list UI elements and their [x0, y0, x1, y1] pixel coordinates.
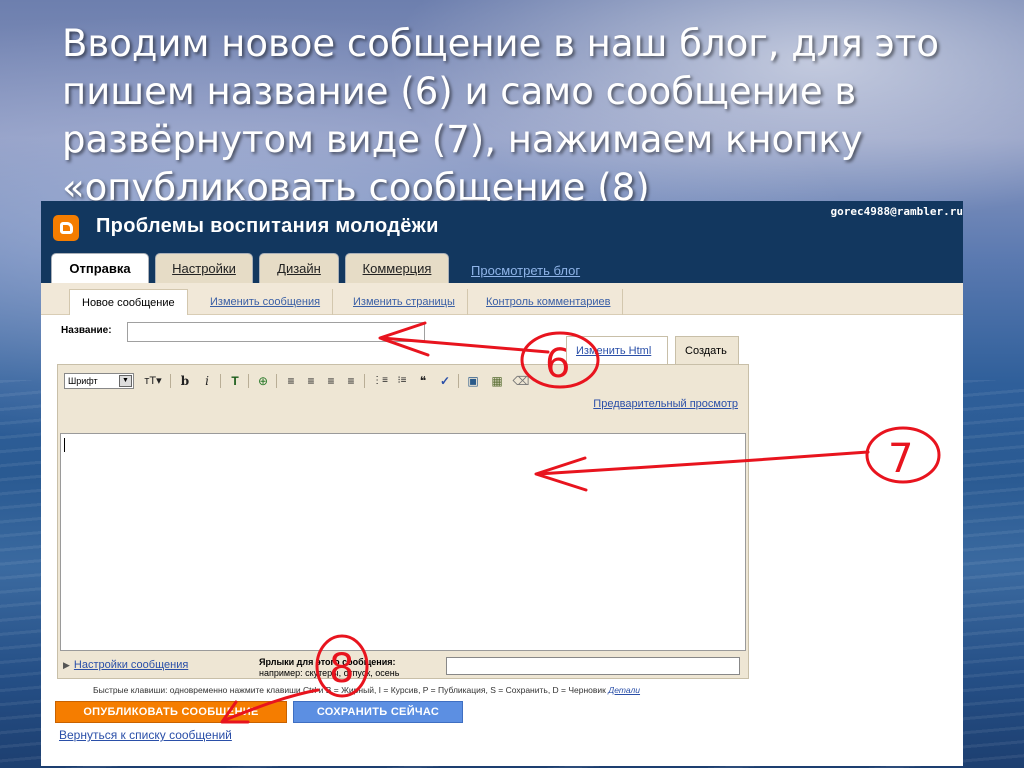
bold-icon[interactable]: b	[176, 372, 194, 390]
labels-hint: например: скутеры, отпуск, осень	[259, 668, 400, 678]
font-select[interactable]: Шрифт ▼	[64, 373, 134, 389]
align-left-icon[interactable]: ≡	[282, 372, 300, 390]
header-bar: Проблемы воспитания молодёжи gorec4988@r…	[41, 201, 963, 284]
shortcuts-hint: Быстрые клавиши: одновременно нажмите кл…	[93, 685, 640, 695]
blogger-logo-icon[interactable]	[53, 215, 79, 241]
subtab-edit-posts[interactable]: Изменить сообщения	[198, 289, 334, 315]
tab-edit-html[interactable]: Изменить Html	[566, 336, 668, 364]
shortcuts-text: Быстрые клавиши: одновременно нажмите кл…	[93, 685, 606, 695]
post-options-toggle[interactable]: ▶ Настройки сообщения	[63, 659, 188, 671]
text-color-icon[interactable]: T	[226, 372, 244, 390]
post-body-editor[interactable]	[60, 433, 746, 651]
slide-title-line: Вводим новое собщение в наш блог, для эт…	[62, 22, 939, 65]
align-center-icon[interactable]: ≡	[302, 372, 320, 390]
back-to-posts-link[interactable]: Вернуться к списку сообщений	[59, 728, 232, 742]
post-title-input[interactable]	[127, 322, 425, 342]
slide-title-line: развёрнутом виде (7), нажимаем кнопку	[62, 118, 863, 161]
bullet-list-icon[interactable]: ⁝≡	[392, 372, 412, 390]
tab-compose[interactable]: Создать	[675, 336, 739, 364]
clear-format-icon[interactable]: ⌫	[512, 372, 530, 390]
slide-title-line: пишем название (6) и само сообщение в	[62, 70, 857, 113]
title-label: Название:	[61, 325, 112, 336]
editor-toolbar: Шрифт ▼ тT▾ b i T ⊕ ≡ ≡ ≡ ≡ ⋮≡ ⁝≡ ❝ ✓ ▣ …	[64, 372, 744, 392]
link-icon[interactable]: ⊕	[254, 372, 272, 390]
subtab-edit-pages[interactable]: Изменить страницы	[341, 289, 468, 315]
blog-title: Проблемы воспитания молодёжи	[96, 215, 439, 237]
editor-frame: Шрифт ▼ тT▾ b i T ⊕ ≡ ≡ ≡ ≡ ⋮≡ ⁝≡ ❝ ✓ ▣ …	[57, 364, 749, 679]
subtab-moderate-comments[interactable]: Контроль комментариев	[474, 289, 624, 315]
view-blog-link[interactable]: Просмотреть блог	[471, 263, 580, 278]
publish-post-button[interactable]: ОПУБЛИКОВАТЬ СООБЩЕНИЕ	[55, 701, 287, 723]
tab-monetize[interactable]: Коммерция	[345, 253, 449, 283]
numbered-list-icon[interactable]: ⋮≡	[370, 372, 390, 390]
italic-icon[interactable]: i	[198, 372, 216, 390]
post-options-link[interactable]: Настройки сообщения	[74, 659, 188, 671]
labels-title: Ярлыки для этого сообщения:	[259, 657, 396, 667]
text-caret	[64, 438, 65, 452]
spellcheck-icon[interactable]: ✓	[436, 372, 454, 390]
tab-settings[interactable]: Настройки	[155, 253, 253, 283]
user-email: gorec4988@rambler.ru	[830, 205, 963, 218]
shortcuts-details-link[interactable]: Детали	[608, 685, 640, 695]
video-icon[interactable]: ▦	[488, 372, 506, 390]
blogger-screenshot: Проблемы воспитания молодёжи gorec4988@r…	[41, 201, 963, 766]
align-right-icon[interactable]: ≡	[322, 372, 340, 390]
chevron-down-icon: ▼	[119, 375, 132, 387]
justify-icon[interactable]: ≡	[342, 372, 360, 390]
preview-link[interactable]: Предварительный просмотр	[593, 398, 738, 410]
tab-design[interactable]: Дизайн	[259, 253, 339, 283]
labels-block: Ярлыки для этого сообщения: например: ск…	[259, 657, 399, 679]
tab-posting[interactable]: Отправка	[51, 253, 149, 284]
font-size-icon[interactable]: тT▾	[140, 372, 166, 390]
labels-input[interactable]	[446, 657, 740, 675]
triangle-right-icon: ▶	[63, 660, 70, 670]
font-select-value: Шрифт	[68, 376, 98, 386]
save-now-button[interactable]: СОХРАНИТЬ СЕЙЧАС	[293, 701, 463, 723]
slide-title: Вводим новое собщение в наш блог, для эт…	[62, 20, 962, 212]
quote-icon[interactable]: ❝	[414, 372, 432, 390]
image-icon[interactable]: ▣	[464, 372, 482, 390]
sub-tabs: Новое сообщение Изменить сообщения Измен…	[41, 283, 963, 315]
subtab-new-post[interactable]: Новое сообщение	[69, 289, 188, 315]
